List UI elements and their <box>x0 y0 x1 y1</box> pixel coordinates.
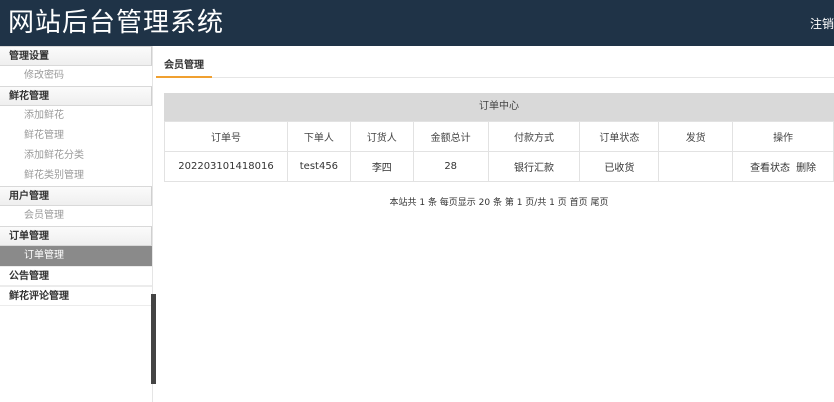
table-caption: 订单中心 <box>164 93 834 121</box>
sidebar-item-flower-manage[interactable]: 鲜花管理 <box>0 126 152 146</box>
col-total: 金额总计 <box>412 121 489 152</box>
cell-order-no: 202203101418016 <box>164 151 288 182</box>
sidebar-group-notices[interactable]: 公告管理 <box>0 266 152 286</box>
cell-placer: test456 <box>286 151 351 182</box>
sidebar-group-comments[interactable]: 鲜花评论管理 <box>0 286 152 306</box>
sidebar-item-add-category[interactable]: 添加鲜花分类 <box>0 146 152 166</box>
pagination: 本站共 1 条 每页显示 20 条 第 1 页/共 1 页 首页 尾页 <box>389 198 609 208</box>
cell-actions: 查看状态 删除 <box>732 151 834 182</box>
sidebar-group-flowers[interactable]: 鲜花管理 <box>0 86 152 106</box>
col-payment: 付款方式 <box>487 121 581 152</box>
cell-payment: 银行汇款 <box>487 151 581 182</box>
main-content: 会员管理 订单中心 订单号 下单人 订货人 金额总计 付款方式 订单状态 发货 … <box>156 46 834 402</box>
sidebar-resize-handle[interactable] <box>151 294 156 384</box>
sidebar-item-change-password[interactable]: 修改密码 <box>0 66 152 86</box>
col-recipient: 订货人 <box>349 121 414 152</box>
sidebar-item-category-manage[interactable]: 鲜花类别管理 <box>0 166 152 186</box>
col-status: 订单状态 <box>579 121 660 152</box>
sidebar: 管理设置 修改密码 鲜花管理 添加鲜花 鲜花管理 添加鲜花分类 鲜花类别管理 用… <box>0 46 153 402</box>
app-title: 网站后台管理系统 <box>8 8 225 38</box>
delete-link[interactable]: 删除 <box>796 163 816 174</box>
sidebar-item-add-flower[interactable]: 添加鲜花 <box>0 106 152 126</box>
sidebar-item-order-manage[interactable]: 订单管理 <box>0 246 152 266</box>
order-table-panel: 订单中心 订单号 下单人 订货人 金额总计 付款方式 订单状态 发货 操作 20… <box>164 93 834 182</box>
cell-ship <box>658 151 734 182</box>
order-table: 订单号 下单人 订货人 金额总计 付款方式 订单状态 发货 操作 2022031… <box>164 121 834 182</box>
col-ship: 发货 <box>658 121 734 152</box>
view-status-link[interactable]: 查看状态 <box>750 163 790 174</box>
sidebar-group-orders[interactable]: 订单管理 <box>0 226 152 246</box>
cell-status: 已收货 <box>579 151 660 182</box>
sidebar-group-settings[interactable]: 管理设置 <box>0 46 152 66</box>
sidebar-item-members[interactable]: 会员管理 <box>0 206 152 226</box>
logout-link[interactable]: 注销 <box>810 15 834 32</box>
cell-recipient: 李四 <box>349 151 414 182</box>
col-actions: 操作 <box>732 121 834 152</box>
table-header-row: 订单号 下单人 订货人 金额总计 付款方式 订单状态 发货 操作 <box>164 121 834 152</box>
col-placer: 下单人 <box>286 121 351 152</box>
table-row: 202203101418016 test456 李四 28 银行汇款 已收货 查… <box>164 151 834 182</box>
app-header: 网站后台管理系统 注销 <box>0 0 834 46</box>
tab-member-manage[interactable]: 会员管理 <box>156 58 212 78</box>
tab-bar: 会员管理 <box>156 58 834 78</box>
sidebar-group-users[interactable]: 用户管理 <box>0 186 152 206</box>
col-order-no: 订单号 <box>164 121 288 152</box>
cell-total: 28 <box>412 151 489 182</box>
